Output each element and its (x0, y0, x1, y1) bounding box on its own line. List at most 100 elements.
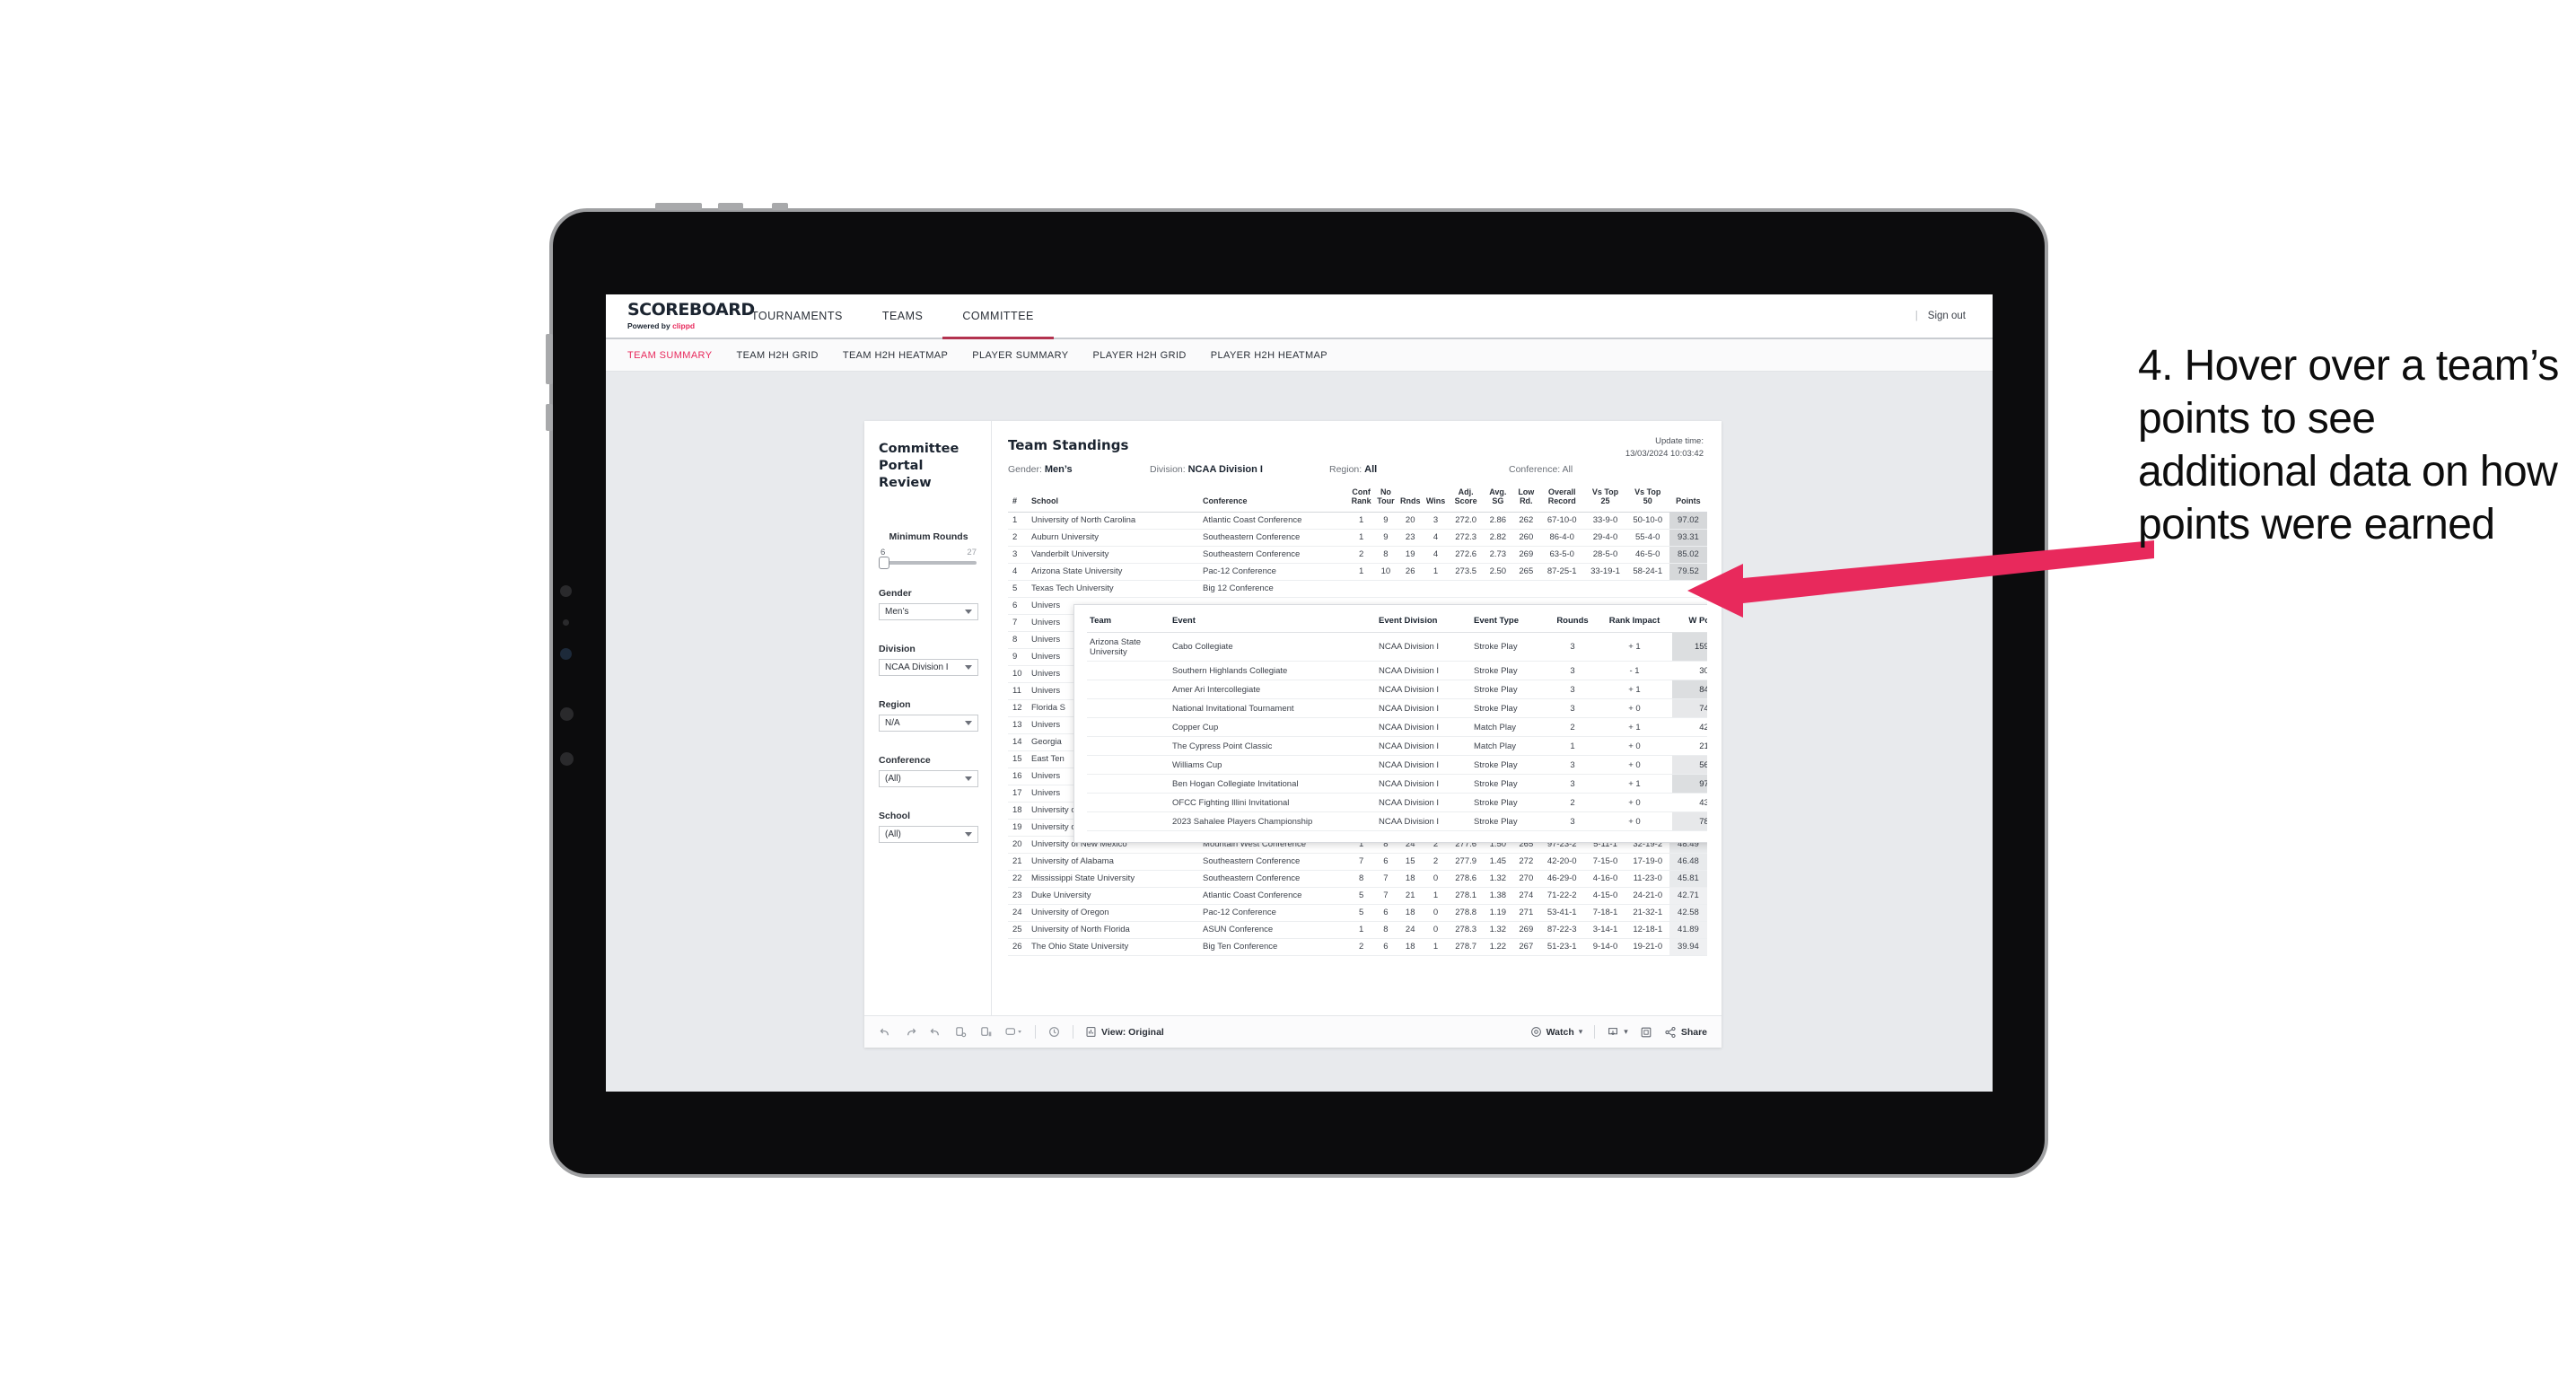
cell-rnds: 26 (1398, 563, 1423, 581)
table-row[interactable]: 23 Duke University Atlantic Coast Conferen… (1008, 887, 1707, 905)
col-header-adj-score[interactable]: Adj. Score (1449, 484, 1484, 513)
tooltip-cell-type: Stroke Play (1471, 793, 1548, 812)
table-row[interactable]: 5 Texas Tech University Big 12 Conference (1008, 580, 1707, 598)
gender-select[interactable]: Men’s (879, 603, 978, 621)
standings-table-wrapper[interactable]: # School Conference Conf Rank No Tour Rnds… (1008, 484, 1707, 1015)
cell-school: Auburn University (1026, 529, 1199, 547)
tab-team-h2h-heatmap[interactable]: TEAM H2H HEATMAP (843, 350, 948, 361)
clock-icon[interactable] (1047, 1025, 1061, 1039)
school-label: School (879, 811, 911, 822)
cell-rank: 3 (1008, 546, 1027, 564)
tab-player-h2h-grid[interactable]: PLAYER H2H GRID (1093, 350, 1187, 361)
dashboard-canvas: Committee Portal Review Minimum Rounds 6… (606, 372, 1993, 1092)
table-row[interactable]: 22 Mississippi State University Southeaste… (1008, 870, 1707, 888)
tooltip-cell-w-points: 30.13 (1672, 661, 1707, 680)
undo-icon[interactable] (879, 1025, 892, 1039)
col-header-rnds[interactable]: Rnds (1398, 484, 1423, 513)
cell-rank: 19 (1008, 819, 1027, 837)
cell-points[interactable]: 42.58 (1669, 904, 1707, 922)
tooltip-cell-w-points: 159.63 (1672, 632, 1707, 662)
conference-select[interactable]: (All) (879, 770, 978, 788)
filter-region: Region N/A (879, 699, 978, 732)
col-header-conf-rank[interactable]: Conf Rank (1349, 484, 1374, 513)
cell-points[interactable]: 41.89 (1669, 921, 1707, 939)
cell-vs-top-50: 24-21-0 (1625, 887, 1669, 905)
view-original-button[interactable]: View: Original (1085, 1026, 1164, 1038)
cell-rnds: 24 (1398, 921, 1423, 939)
share-button[interactable]: Share (1664, 1026, 1707, 1039)
col-header-conference[interactable]: Conference (1198, 484, 1350, 513)
cell-points[interactable]: 39.94 (1669, 938, 1707, 956)
watch-button[interactable]: Watch ▾ (1530, 1026, 1582, 1038)
school-select[interactable]: (All) (879, 826, 978, 844)
table-row[interactable]: 25 University of North Florida ASUN Confer… (1008, 921, 1707, 939)
tooltip-cell-division: NCAA Division I (1376, 680, 1471, 699)
col-header-points[interactable]: Points (1669, 484, 1707, 513)
col-header-vs-top-50[interactable]: Vs Top 50 (1625, 484, 1669, 513)
tooltip-cell-rounds: 3 (1548, 680, 1597, 699)
table-row[interactable]: 4 Arizona State University Pac-12 Conferen… (1008, 563, 1707, 581)
cell-school: Mississippi State University (1026, 870, 1199, 888)
revert-icon[interactable] (929, 1025, 942, 1039)
tooltip-row: Copper Cup NCAA Division I Match Play 2 + 14… (1087, 717, 1707, 737)
table-row[interactable]: 1 University of North Carolina Atlantic Co… (1008, 512, 1707, 530)
division-select[interactable]: NCAA Division I (879, 659, 978, 677)
col-header-rank[interactable]: # (1008, 484, 1027, 513)
tab-player-h2h-heatmap[interactable]: PLAYER H2H HEATMAP (1211, 350, 1327, 361)
tooltip-row: Ben Hogan Collegiate Invitational NCAA Di… (1087, 774, 1707, 794)
col-header-no-tour[interactable]: No Tour (1373, 484, 1398, 513)
meta-division-key: Division: (1150, 464, 1186, 475)
sign-out-link[interactable]: Sign out (1928, 311, 1966, 321)
redo-icon[interactable] (904, 1025, 917, 1039)
tooltip-cell-event: Amer Ari Intercollegiate (1170, 680, 1376, 699)
cell-low-rd: 267 (1512, 938, 1540, 956)
tooltip-table: Team Event Event Division Event Type Rou… (1087, 614, 1707, 831)
cell-rank: 24 (1008, 904, 1027, 922)
fullscreen-button[interactable] (1640, 1026, 1652, 1039)
table-row[interactable]: 2 Auburn University Southeastern Conferenc… (1008, 529, 1707, 547)
col-header-school[interactable]: School (1026, 484, 1199, 513)
cell-school: University of Oregon (1026, 904, 1199, 922)
update-time-block: Update time: 13/03/2024 10:03:42 (1625, 435, 1704, 461)
col-header-overall-record[interactable]: Overall Record (1539, 484, 1585, 513)
cell-no-tour: 6 (1373, 904, 1398, 922)
tooltip-header-row: Team Event Event Division Event Type Rou… (1087, 614, 1707, 633)
cell-rnds: 18 (1398, 870, 1423, 888)
nav-item-tournaments[interactable]: TOURNAMENTS (732, 294, 863, 338)
table-row[interactable]: 21 University of Alabama Southeastern Conf… (1008, 853, 1707, 871)
cell-points[interactable]: 45.81 (1669, 870, 1707, 888)
table-row[interactable]: 3 Vanderbilt University Southeastern Confe… (1008, 546, 1707, 564)
cell-rank: 16 (1008, 768, 1027, 785)
col-header-avg-sg[interactable]: Avg. SG (1483, 484, 1513, 513)
nav-item-committee[interactable]: COMMITTEE (942, 294, 1054, 339)
cell-conference: ASUN Conference (1198, 921, 1350, 939)
pause-auto-update-icon[interactable] (1004, 1025, 1023, 1039)
division-select-value: NCAA Division I (885, 662, 949, 673)
cell-rank: 8 (1008, 631, 1027, 649)
cell-vs-top-25: 4-15-0 (1584, 887, 1626, 905)
slider-handle[interactable] (879, 557, 889, 570)
slider-track[interactable] (879, 557, 977, 570)
col-header-wins[interactable]: Wins (1422, 484, 1450, 513)
tab-team-h2h-grid[interactable]: TEAM H2H GRID (736, 350, 818, 361)
meta-region-value: All (1364, 464, 1378, 475)
col-header-low-rd[interactable]: Low Rd. (1512, 484, 1540, 513)
region-select[interactable]: N/A (879, 715, 978, 732)
scoreboard-logo[interactable]: SCOREBOARD Powered by clippd (606, 294, 755, 338)
tab-team-summary[interactable]: TEAM SUMMARY (627, 350, 712, 361)
cell-points[interactable]: 97.02 (1669, 512, 1707, 530)
cell-rank: 11 (1008, 682, 1027, 700)
cell-points[interactable]: 46.48 (1669, 853, 1707, 871)
table-row[interactable]: 24 University of Oregon Pac-12 Conference 5… (1008, 904, 1707, 922)
refresh-data-icon[interactable] (979, 1025, 993, 1039)
filter-minimum-rounds[interactable]: Minimum Rounds 6 27 (879, 531, 978, 570)
cell-vs-top-25 (1584, 580, 1626, 598)
pause-refresh-icon[interactable] (954, 1025, 968, 1039)
tooltip-table-head: Team Event Event Division Event Type Rou… (1087, 614, 1707, 633)
nav-item-teams[interactable]: TEAMS (863, 294, 943, 338)
download-button[interactable]: ▾ (1607, 1026, 1628, 1039)
tab-player-summary[interactable]: PLAYER SUMMARY (972, 350, 1068, 361)
table-row[interactable]: 26 The Ohio State University Big Ten Confe… (1008, 938, 1707, 956)
col-header-vs-top-25[interactable]: Vs Top 25 (1584, 484, 1626, 513)
cell-points[interactable]: 42.71 (1669, 887, 1707, 905)
